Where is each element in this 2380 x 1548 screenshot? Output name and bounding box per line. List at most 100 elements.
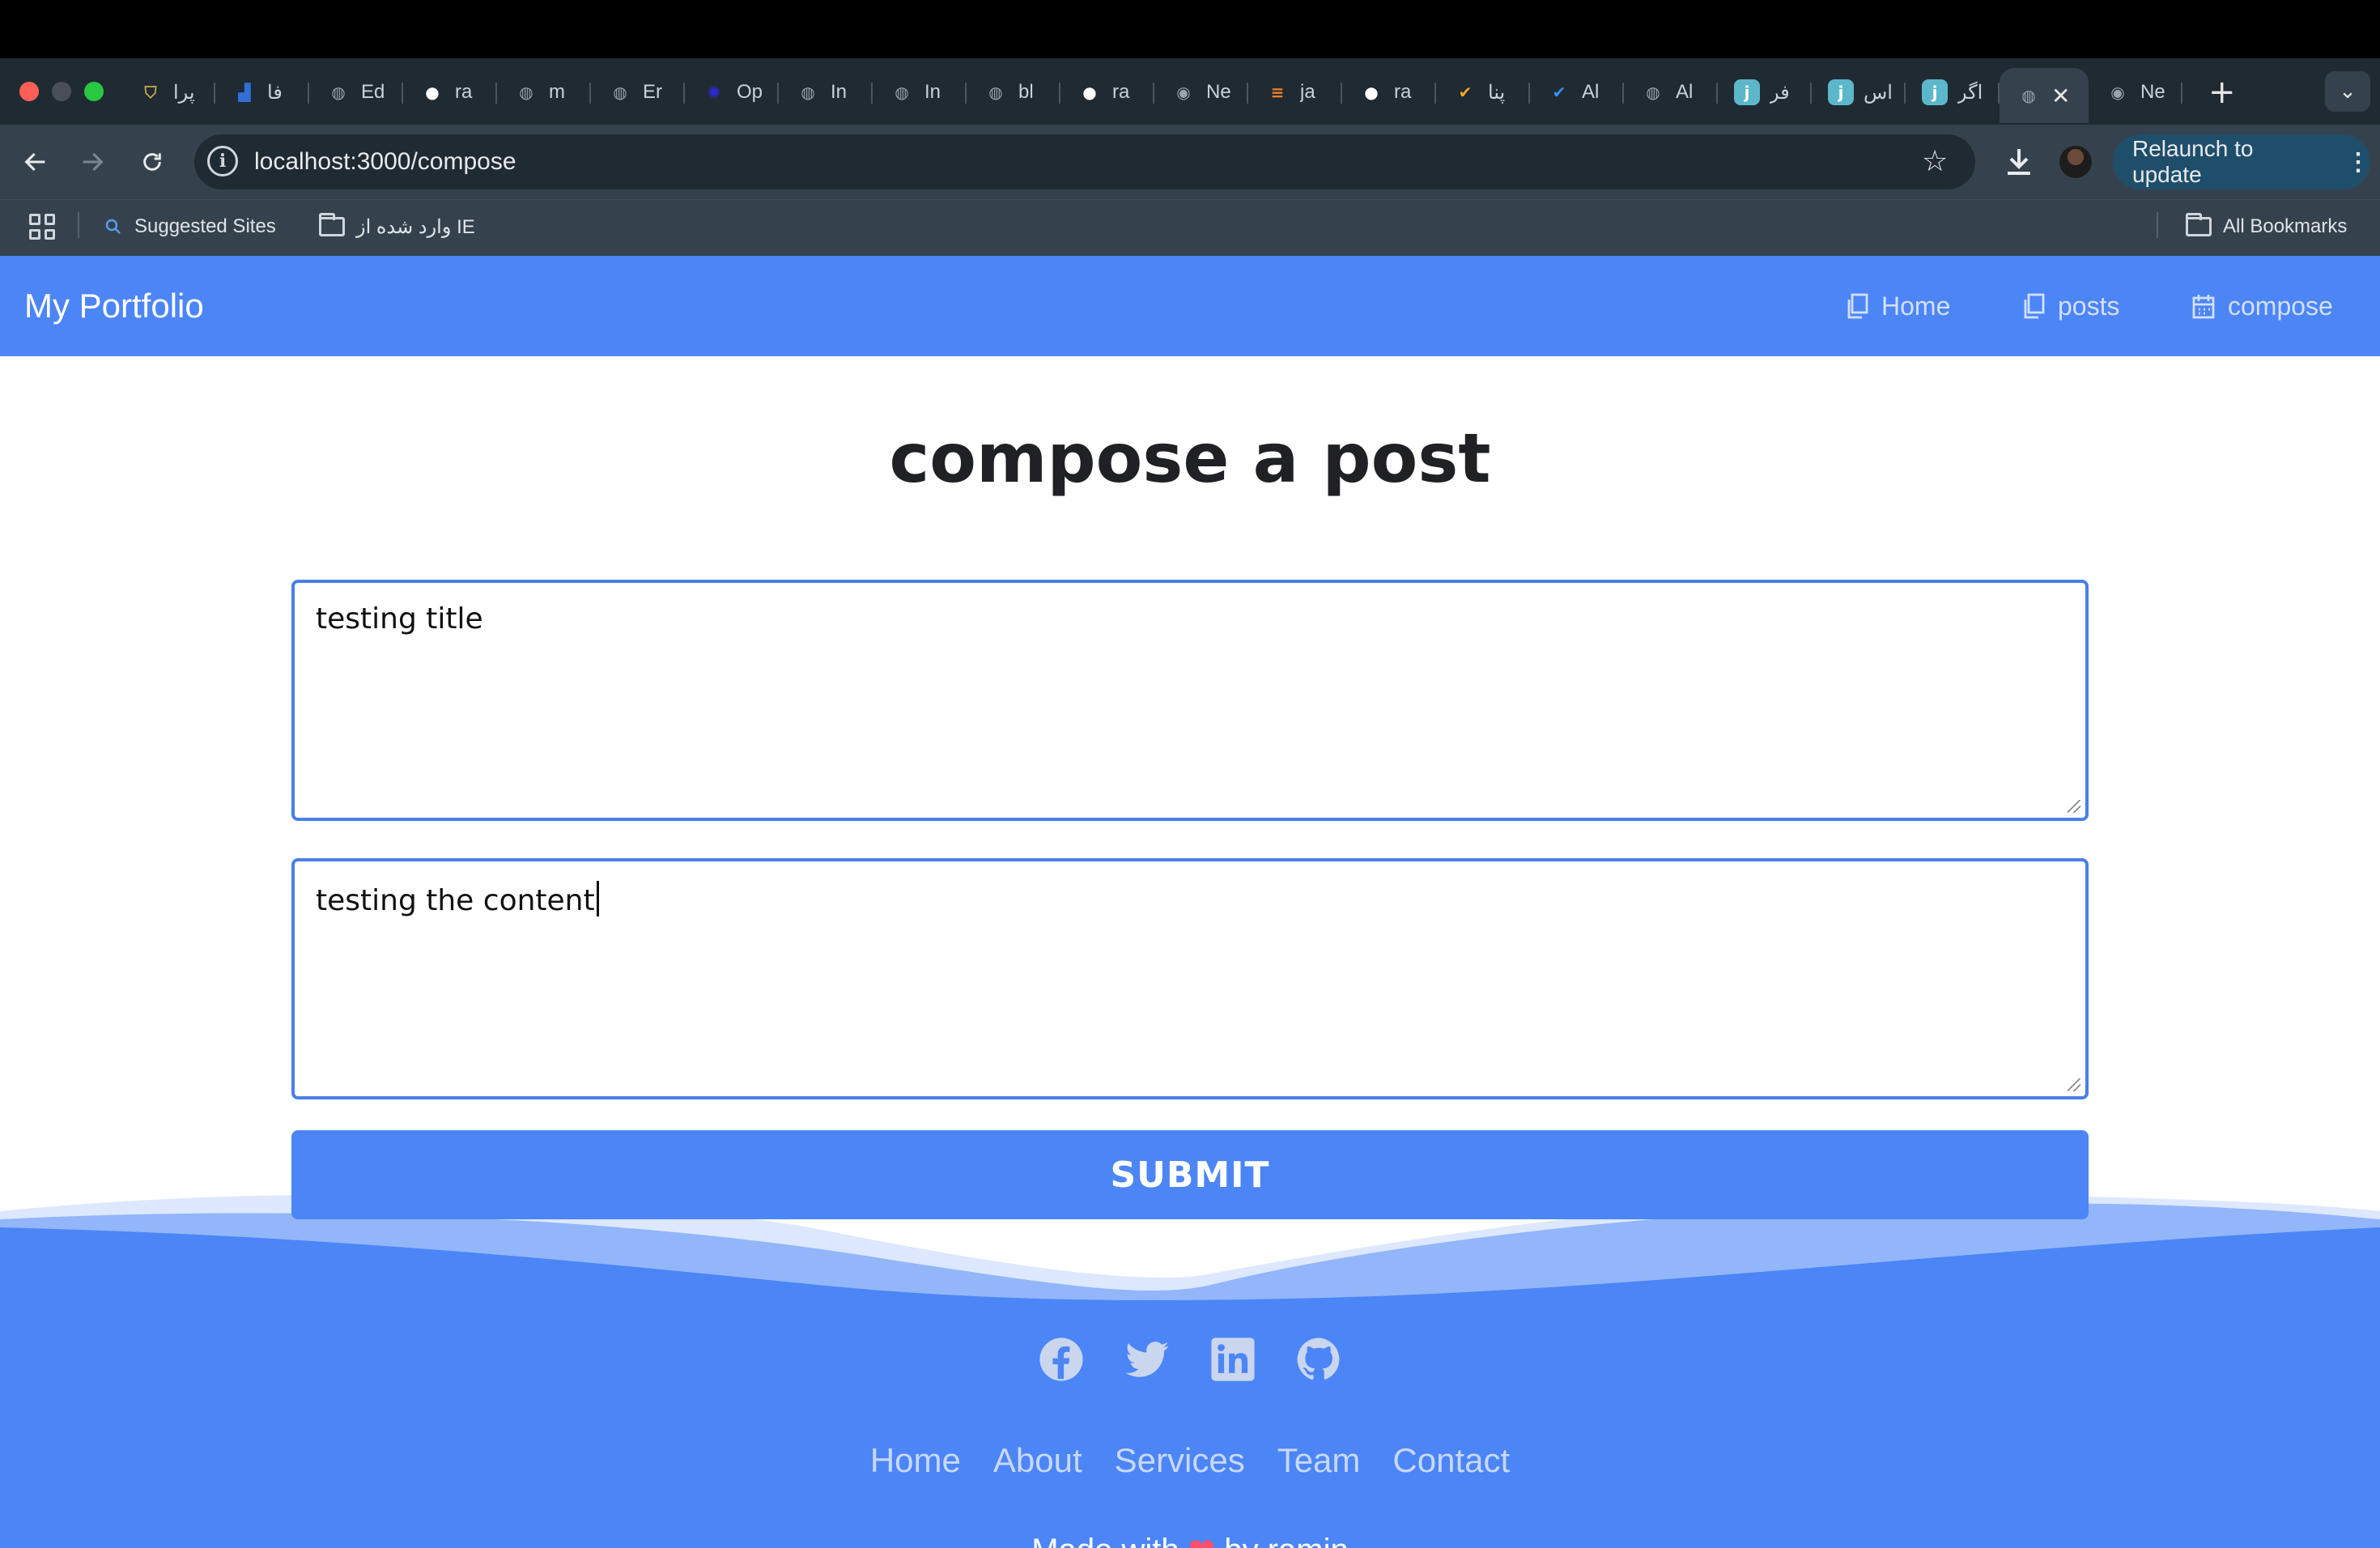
github-icon: ● <box>1364 83 1379 102</box>
footer-link-services[interactable]: Services <box>1115 1441 1245 1480</box>
browser-tab[interactable]: ● ra <box>403 68 497 117</box>
github-icon: ● <box>425 83 440 102</box>
nav-link-label: compose <box>2228 291 2333 321</box>
nav-link-label: posts <box>2058 291 2120 321</box>
bookmark-folder-imported[interactable]: وارد شده از IE <box>319 212 475 241</box>
globe-icon: ◍ <box>988 83 1003 102</box>
menu-bar-background <box>0 0 2380 58</box>
browser-tab[interactable]: ✔ پنا <box>1436 68 1530 117</box>
browser-tab[interactable]: ▟ فا <box>215 68 309 117</box>
twitter-icon[interactable] <box>1124 1336 1171 1383</box>
browser-tab[interactable]: ◍ m <box>497 68 591 117</box>
facebook-icon[interactable] <box>1038 1336 1085 1383</box>
search-icon <box>105 219 121 234</box>
nav-link-label: Home <box>1881 291 1951 321</box>
nav-link-posts[interactable]: posts <box>2022 287 2119 325</box>
resize-grip-icon[interactable] <box>2068 800 2080 813</box>
address-url[interactable]: localhost:3000/compose <box>254 146 516 178</box>
globe-icon: ◍ <box>613 83 627 102</box>
browser-tab[interactable]: j اس <box>1812 68 1906 117</box>
globe-icon: ◍ <box>895 83 909 102</box>
reload-button[interactable] <box>133 142 172 181</box>
post-content-textarea[interactable]: testing the content <box>291 858 2089 1099</box>
nav-link-compose[interactable]: compose <box>2192 287 2333 325</box>
site-info-icon[interactable]: i <box>207 146 238 176</box>
github-icon[interactable] <box>1295 1336 1342 1383</box>
footer-link-team[interactable]: Team <box>1277 1441 1361 1480</box>
linkedin-icon[interactable] <box>1209 1336 1256 1383</box>
relaunch-button[interactable]: Relaunch to update ⋮ <box>2113 134 2370 189</box>
browser-tab[interactable]: ⛉ پرا <box>121 68 215 117</box>
tab-title: اگر <box>1957 81 1983 104</box>
footer-link-about[interactable]: About <box>993 1441 1082 1480</box>
bookmark-suggested-sites[interactable]: Suggested Sites <box>104 212 276 241</box>
tab-title: ja <box>1300 81 1315 103</box>
footer-link-contact[interactable]: Contact <box>1392 1441 1510 1480</box>
profile-avatar[interactable] <box>2059 146 2092 178</box>
bookmark-all-bookmarks[interactable]: All Bookmarks <box>2186 212 2347 241</box>
bookmark-label: وارد شده از IE <box>356 215 475 238</box>
browser-tab[interactable]: ● ra <box>1060 68 1154 117</box>
browser-tab-active[interactable]: ◍ ✕ <box>2000 68 2089 123</box>
submit-button[interactable]: SUBMIT <box>291 1130 2089 1219</box>
arrow-left-icon <box>24 152 45 172</box>
browser-tab[interactable]: ◍ Ed <box>309 68 403 117</box>
browser-tab[interactable]: ≡ ja <box>1248 68 1342 117</box>
browser-tab[interactable]: ◉ Ne <box>1154 68 1248 117</box>
browser-tab[interactable]: ◍ In <box>873 68 967 117</box>
bookmark-star-icon[interactable]: ☆ <box>1922 142 1948 181</box>
tab-title: Op <box>737 81 763 103</box>
minimize-window-button[interactable] <box>52 82 71 101</box>
browser-tab[interactable]: ◉ Ne <box>2089 68 2182 117</box>
shield-icon: ⛉ <box>144 83 157 102</box>
forward-button[interactable] <box>73 142 112 181</box>
post-title-value: testing title <box>316 602 483 636</box>
zoom-window-button[interactable] <box>84 82 104 101</box>
factory-icon: ▟ <box>238 83 251 102</box>
download-icon[interactable] <box>2000 142 2038 181</box>
chrome-icon: ◉ <box>2110 83 2125 102</box>
site-navbar: My Portfolio Home posts compose <box>0 256 2380 356</box>
openai-icon: ✺ <box>707 83 721 102</box>
post-content-value: testing the content <box>316 884 595 917</box>
nav-link-home[interactable]: Home <box>1846 287 1950 325</box>
bookmark-label: All Bookmarks <box>2223 215 2348 237</box>
copy-icon <box>1847 293 1868 319</box>
back-button[interactable] <box>16 142 55 181</box>
close-window-button[interactable] <box>19 82 39 101</box>
tab-search-button[interactable]: ⌄ <box>2325 71 2370 112</box>
page-viewport: My Portfolio Home posts compose compose … <box>0 256 2380 1548</box>
copy-icon <box>2024 293 2045 319</box>
tab-title: In <box>924 81 941 103</box>
j-icon: j <box>1922 79 1948 105</box>
resize-grip-icon[interactable] <box>2068 1078 2080 1091</box>
tab-title: Er <box>643 81 662 103</box>
browser-tab[interactable]: j فر <box>1718 68 1812 117</box>
browser-tab[interactable]: ◍ bl <box>967 68 1060 117</box>
tab-title: In <box>831 81 848 103</box>
folder-icon <box>2186 213 2212 236</box>
browser-tab[interactable]: ◍ Er <box>591 68 685 117</box>
reload-icon <box>143 153 161 171</box>
stackoverflow-icon: ≡ <box>1270 83 1285 102</box>
relaunch-label: Relaunch to update <box>2132 136 2254 187</box>
apps-grid-icon[interactable] <box>29 214 55 240</box>
text-caret <box>596 881 599 916</box>
site-brand[interactable]: My Portfolio <box>24 283 204 329</box>
footer-link-home[interactable]: Home <box>870 1441 961 1480</box>
browser-tab[interactable]: ✔ Al <box>1530 68 1624 117</box>
new-tab-button[interactable]: + <box>2208 74 2236 111</box>
browser-tab[interactable]: ◍ Al <box>1624 68 1718 117</box>
tab-title: ra <box>455 81 473 103</box>
browser-tab[interactable]: ◍ In <box>779 68 873 117</box>
tab-title: ra <box>1112 81 1130 103</box>
bookmarks-divider <box>2157 212 2158 238</box>
bookmark-label: Suggested Sites <box>134 215 276 237</box>
close-tab-icon[interactable]: ✕ <box>2051 83 2070 109</box>
calendar-icon <box>2192 295 2215 319</box>
browser-tab[interactable]: ● ra <box>1342 68 1436 117</box>
globe-icon: ◍ <box>519 83 533 102</box>
post-title-textarea[interactable]: testing title <box>291 580 2089 821</box>
browser-tab[interactable]: ✺ Op <box>685 68 779 117</box>
browser-tab[interactable]: j اگر <box>1906 68 2000 117</box>
